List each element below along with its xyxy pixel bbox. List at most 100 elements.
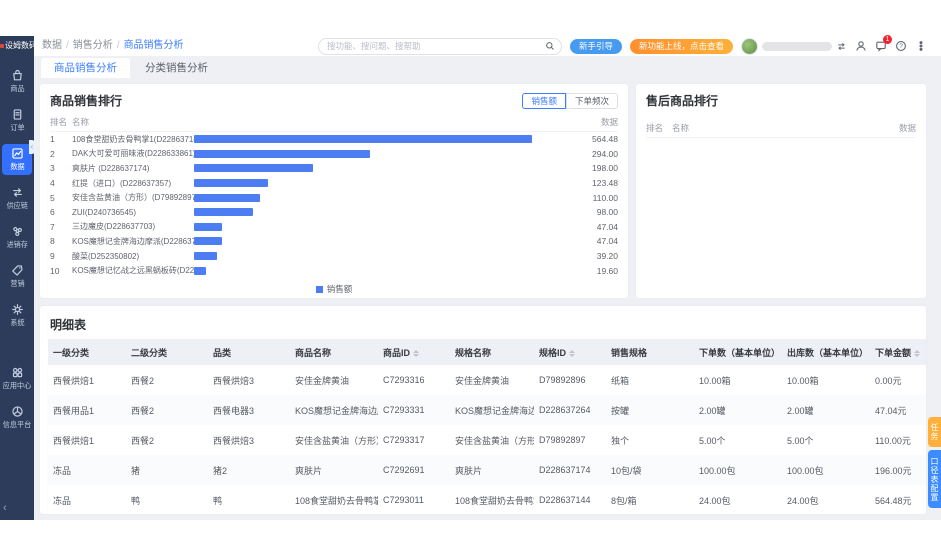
sort-icon[interactable] — [413, 350, 419, 357]
compass-icon — [11, 405, 24, 418]
sidebar-collapse-icon[interactable]: ‹ — [3, 502, 7, 514]
sidebar: 设姆数码 商品订单数据供应链进销存营销系统 应用中心信息平台 ‹ — [0, 36, 34, 520]
column-header-商品名称: 商品名称 — [290, 339, 378, 365]
column-header-下单金额[interactable]: 下单金额 — [870, 339, 926, 365]
sidebar-item-供应链[interactable]: 供应链 — [2, 183, 32, 214]
floating-config-tab[interactable]: 口径表配置 — [928, 450, 941, 508]
username-redacted — [762, 42, 832, 51]
sidebar-item-营销[interactable]: 营销 — [2, 261, 32, 292]
supply-icon — [11, 186, 24, 199]
sidebar-bottom-menu: 应用中心信息平台 — [0, 363, 34, 441]
sidebar-menu: 商品订单数据供应链进销存营销系统 — [0, 66, 34, 339]
panel-title: 售后商品排行 — [646, 92, 916, 109]
column-header-规格ID[interactable]: 规格ID — [534, 339, 606, 365]
chart-row: 9酸菜(D252350802)39.20 — [50, 249, 618, 264]
floating-task-tab[interactable]: 任务 — [928, 417, 941, 447]
bar — [194, 179, 268, 187]
more-menu-icon[interactable] — [915, 40, 927, 52]
column-header-一级分类: 一级分类 — [48, 339, 126, 365]
breadcrumb-current: 商品销售分析 — [124, 40, 184, 51]
search-input[interactable] — [325, 40, 545, 52]
global-search[interactable] — [318, 38, 562, 55]
sidebar-item-系统[interactable]: 系统 — [2, 300, 32, 331]
column-header-销售规格: 销售规格 — [606, 339, 694, 365]
sidebar-item-应用中心[interactable]: 应用中心 — [2, 363, 32, 394]
legend-swatch — [316, 286, 323, 293]
inventory-icon — [11, 225, 24, 238]
chart-row: 5安佳含盐黄油（方形）(D79892897)110.00 — [50, 190, 618, 205]
chart-legend: 销售额 — [50, 283, 618, 295]
metric-toggle: 销售额下单频次 — [522, 93, 618, 109]
guide-button[interactable]: 新手引导 — [570, 39, 622, 54]
apps-icon — [11, 366, 24, 379]
table-row: 冻品鸭鸭108食堂甜奶去骨鸭掌1C7293011108食堂甜奶去骨鸭掌1D228… — [48, 485, 926, 514]
message-icon[interactable]: 1 — [875, 40, 887, 52]
bar — [194, 237, 222, 245]
logo-icon — [0, 44, 4, 48]
bag-icon — [11, 69, 24, 82]
bar — [194, 194, 260, 202]
chart-row: 10KOS魔想记忆战之远黑蜗板砖(D228634296)19.60 — [50, 263, 618, 278]
search-icon[interactable] — [545, 41, 555, 51]
sidebar-item-商品[interactable]: 商品 — [2, 66, 32, 97]
bar-chart: 1108食堂甜奶去骨鸭掌1(D228637144)564.482DAK大可爱可丽… — [50, 132, 618, 278]
column-header-规格名称: 规格名称 — [450, 339, 534, 365]
detail-table-panel: 明细表 一级分类二级分类品类商品名称商品ID规格名称规格ID销售规格下单数（基本… — [40, 306, 926, 514]
chart-row: 6ZUI(D240736545)98.00 — [50, 205, 618, 220]
bar — [194, 252, 217, 260]
column-header-商品ID[interactable]: 商品ID — [378, 339, 450, 365]
main-content: 商品销售排行 销售额下单频次 排名 名称 数据 1108食堂甜奶去骨鸭掌1(D2… — [34, 78, 941, 520]
sidebar-item-信息平台[interactable]: 信息平台 — [2, 402, 32, 433]
gear-icon — [11, 303, 24, 316]
detail-table: 一级分类二级分类品类商品名称商品ID规格名称规格ID销售规格下单数（基本单位）出… — [48, 339, 926, 514]
table-row: 西餐烘焙1西餐2西餐烘焙3安佳金牌黄油C7293316安佳金牌黄油D798928… — [48, 365, 926, 395]
tabbar: 商品销售分析分类销售分析 — [34, 56, 941, 78]
chart-row: 7三边魔皮(D228637703)47.04 — [50, 220, 618, 235]
toggle-下单频次[interactable]: 下单频次 — [566, 93, 618, 109]
avatar[interactable] — [741, 38, 758, 55]
table-row: 西餐用品1西餐2西餐电器3KOS魔想记金牌海边摩派C7293331KOS魔想记金… — [48, 395, 926, 425]
bar — [194, 223, 222, 231]
chart-row: 3爽肤片 (D228637174)198.00 — [50, 161, 618, 176]
table-row: 冻品猪猪2爽肤片C7292691爽肤片D22863717410包/袋100.00… — [48, 455, 926, 485]
order-icon — [11, 108, 24, 121]
sidebar-item-进销存[interactable]: 进销存 — [2, 222, 32, 253]
chart-row: 4红提（进口）(D228637357)123.48 — [50, 176, 618, 191]
switch-account-icon[interactable] — [836, 41, 847, 52]
column-header-下单数（基本单位）[interactable]: 下单数（基本单位） — [694, 339, 782, 365]
detail-table-title: 明细表 — [50, 316, 918, 333]
help-icon[interactable]: ? — [895, 40, 907, 52]
tab-商品销售分析[interactable]: 商品销售分析 — [41, 58, 130, 78]
message-badge: 1 — [883, 35, 892, 44]
app-logo: 设姆数码 — [0, 36, 34, 56]
sort-icon[interactable] — [569, 350, 575, 357]
sidebar-item-订单[interactable]: 订单 — [2, 105, 32, 136]
column-header-出库数（基本单位）[interactable]: 出库数（基本单位） — [782, 339, 870, 365]
app-window: 设姆数码 商品订单数据供应链进销存营销系统 应用中心信息平台 ‹ ‹ 数据/销售… — [0, 36, 941, 520]
screen: 设姆数码 商品订单数据供应链进销存营销系统 应用中心信息平台 ‹ ‹ 数据/销售… — [0, 0, 941, 542]
user-account[interactable] — [741, 38, 847, 55]
header-right: 新手引导 新功能上线，点击查看 1 ? — [318, 36, 927, 56]
sidebar-item-数据[interactable]: 数据 — [2, 144, 32, 175]
toggle-销售额[interactable]: 销售额 — [522, 93, 566, 109]
chart-row: 8KOS魔想记金牌海边摩派(D228637264)47.04 — [50, 234, 618, 249]
aftersale-ranking-panel: 售后商品排行 排名 名称 数据 — [636, 84, 926, 298]
aftersale-empty-body — [646, 138, 916, 288]
contact-icon[interactable] — [855, 40, 867, 52]
panel-title: 商品销售排行 — [50, 92, 122, 109]
sort-icon[interactable] — [914, 350, 920, 357]
breadcrumb-item[interactable]: 销售分析 — [73, 40, 113, 51]
breadcrumb: 数据/销售分析/商品销售分析 — [42, 36, 184, 56]
bar — [194, 164, 313, 172]
aftersale-header: 排名 名称 数据 — [646, 119, 916, 138]
tab-分类销售分析[interactable]: 分类销售分析 — [132, 58, 221, 78]
bar — [194, 150, 370, 158]
bar — [194, 135, 532, 143]
breadcrumb-item[interactable]: 数据 — [42, 40, 62, 51]
table-row: 西餐烘焙1西餐2西餐烘焙3安佳含盐黄油（方形）C7293317安佳含盐黄油（方形… — [48, 425, 926, 455]
tag-icon — [11, 264, 24, 277]
promo-button[interactable]: 新功能上线，点击查看 — [630, 39, 733, 54]
column-header-二级分类: 二级分类 — [126, 339, 208, 365]
sales-ranking-panel: 商品销售排行 销售额下单频次 排名 名称 数据 1108食堂甜奶去骨鸭掌1(D2… — [40, 84, 628, 298]
bar — [194, 208, 253, 216]
